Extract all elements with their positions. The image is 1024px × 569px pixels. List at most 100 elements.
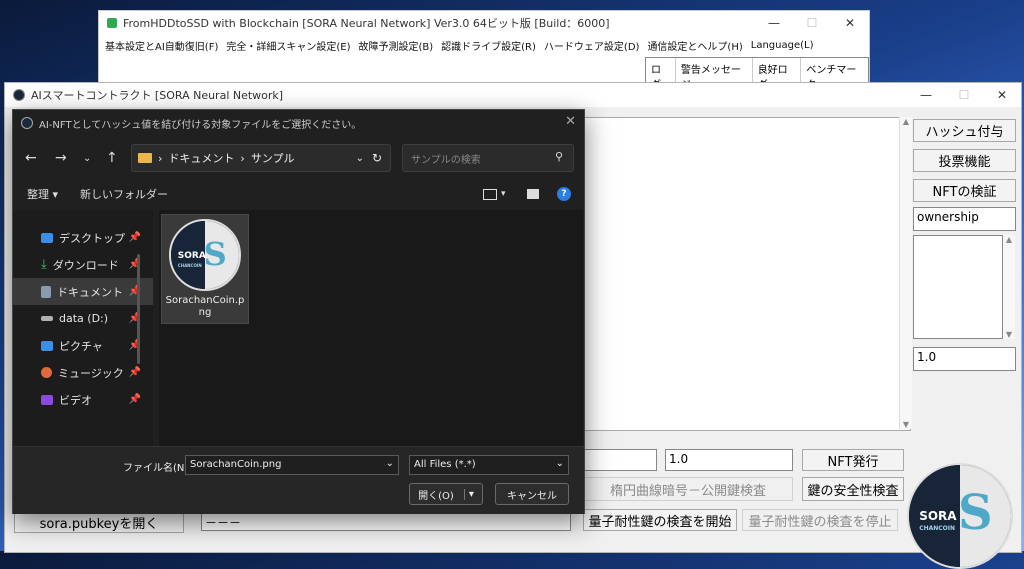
breadcrumb-separator-icon: › [158,151,163,165]
thumb-logo-top-text: SORA [177,251,206,261]
sidebar-item-data-drive[interactable]: data (D:) 📌 [13,305,153,332]
ai-window-title: AIスマートコントラクト [SORA Neural Network] [31,89,284,102]
sidebar-item-video[interactable]: ビデオ 📌 [13,386,153,413]
open-button-label: 開く(O) [418,490,454,502]
sidebar-item-downloads[interactable]: ⤓ ダウンロード 📌 [13,251,153,278]
open-dropdown-icon[interactable]: ▾ [463,488,474,500]
search-icon[interactable]: ⚲ [555,150,563,163]
hash-button[interactable]: ハッシュ付与 [913,119,1016,142]
nft-verify-button[interactable]: NFTの検証 [913,179,1016,202]
file-type-select[interactable]: All Files (*.*) ⌄ [409,455,569,475]
scroll-up-icon[interactable]: ▲ [900,117,912,126]
minimize-button[interactable]: — [755,11,793,35]
sidebar-item-label: ダウンロード [52,258,119,272]
ecc-check-button[interactable]: 楕円曲線暗号－公開鍵検査 [583,477,793,501]
video-icon [41,394,53,405]
menu-item-scan[interactable]: 完全・詳細スキャン設定(E) [226,38,350,53]
output-scrollbar[interactable]: ▲ ▼ [899,117,912,429]
folder-icon [138,153,152,163]
ai-maximize-button[interactable]: ☐ [945,83,983,107]
sidebar-item-label: data (D:) [59,312,109,325]
nav-scrollbar[interactable] [137,254,140,364]
address-bar[interactable]: › ドキュメント › サンプル ⌄ ↻ [131,144,391,172]
cancel-button[interactable]: キャンセル [495,483,569,505]
forward-arrow-icon[interactable]: → [55,150,67,166]
menu-item-drive[interactable]: 認識ドライブ設定(R) [441,38,536,53]
quantum-start-button[interactable]: 量子耐性鍵の検査を開始 [583,509,737,531]
desktop-icon [41,232,53,243]
main-menu-bar: 基本設定とAI自動復旧(F) 完全・詳細スキャン設定(E) 故障予測設定(B) … [99,35,869,55]
value-field-bottom[interactable]: 1.0 [665,449,793,471]
up-arrow-icon[interactable]: ↑ [106,150,118,166]
main-title-bar: FromHDDtoSSD with Blockchain [SORA Neura… [99,11,869,35]
output-textarea[interactable] [583,117,911,431]
menu-item-help[interactable]: 通信設定とヘルプ(H) [647,38,742,53]
ownership-list[interactable] [913,235,1003,339]
preview-pane-icon[interactable] [527,189,539,199]
ai-close-button[interactable]: ✕ [983,83,1021,107]
list-scroll-down-icon[interactable]: ▼ [1003,330,1015,339]
sidebar-item-desktop[interactable]: デスクトップ 📌 [13,224,153,251]
list-scroll-up-icon[interactable]: ▲ [1003,235,1015,244]
vote-button[interactable]: 投票機能 [913,149,1016,172]
sidebar-item-music[interactable]: ミュージック 📌 [13,359,153,386]
app-icon [107,18,117,28]
download-icon: ⤓ [41,257,47,272]
logo-letter: S [957,485,993,541]
nft-issue-button[interactable]: NFT発行 [802,449,904,471]
recent-chevron-icon[interactable]: ⌄ [83,153,91,164]
dialog-close-button[interactable]: ✕ [565,114,576,129]
view-dropdown-icon[interactable]: ▾ [501,189,506,199]
scroll-down-icon[interactable]: ▼ [900,420,912,429]
file-item-sorachancoin[interactable]: SORA CHANCOIN S SorachanCoin.png [161,214,249,324]
address-dropdown-icon[interactable]: ⌄ [356,153,364,164]
ai-minimize-button[interactable]: — [907,83,945,107]
sidebar-item-pictures[interactable]: ピクチャ 📌 [13,332,153,359]
breadcrumb-sample[interactable]: サンプル [251,150,295,166]
sorachancoin-logo: SORA CHANCOIN S [907,463,1013,569]
new-folder-button[interactable]: 新しいフォルダー [80,186,168,202]
command-bar: 整理 ▾ 新しいフォルダー ▾ ? [13,182,584,206]
menu-item-hardware[interactable]: ハードウェア設定(D) [544,38,640,53]
breadcrumb-documents[interactable]: ドキュメント [168,150,234,166]
sidebar-item-label: ビデオ [59,393,92,407]
filename-input[interactable]: SorachanCoin.png ⌄ [185,455,399,475]
music-icon [41,367,52,378]
breadcrumb-separator-icon: › [240,151,245,165]
sidebar-item-label: ミュージック [58,366,124,380]
menu-item-language[interactable]: Language(L) [751,40,814,51]
organize-button[interactable]: 整理 ▾ [27,186,58,202]
maximize-button[interactable]: ☐ [793,11,831,35]
value-field-right[interactable]: 1.0 [913,347,1016,371]
view-mode-icon[interactable] [483,188,497,200]
open-button[interactable]: 開く(O) ▾ [409,483,483,505]
pin-icon: 📌 [128,394,141,405]
filename-dropdown-icon[interactable]: ⌄ [386,458,394,469]
close-button[interactable]: ✕ [831,11,869,35]
input-field-left[interactable] [583,449,657,471]
quantum-stop-button[interactable]: 量子耐性鍵の検査を停止 [742,509,898,531]
thumb-logo-bottom-text: CHANCOIN [177,263,202,268]
help-icon[interactable]: ? [557,187,571,201]
filename-value: SorachanCoin.png [190,459,282,470]
sidebar-item-documents[interactable]: ドキュメント 📌 [13,278,153,305]
refresh-icon[interactable]: ↻ [372,151,382,165]
list-scrollbar[interactable]: ▲ ▼ [1003,235,1015,339]
open-pubkey-button[interactable]: sora.pubkeyを開く [14,511,184,533]
key-safety-button[interactable]: 鍵の安全性検査 [802,477,904,501]
drive-icon [41,316,53,321]
search-input[interactable]: サンプルの検索 ⚲ [402,144,574,172]
dialog-title-bar: AI-NFTとしてハッシュ値を結び付ける対象ファイルをご選択ください。 [13,110,584,136]
back-arrow-icon[interactable]: ← [25,150,37,166]
file-type-dropdown-icon[interactable]: ⌄ [556,458,564,469]
navigation-pane: デスクトップ 📌 ⤓ ダウンロード 📌 ドキュメント 📌 data (D:) 📌… [13,210,153,446]
ownership-field[interactable]: ownership [913,207,1016,231]
dialog-footer: ファイル名(N): SorachanCoin.png ⌄ All Files (… [13,446,584,514]
menu-item-basic[interactable]: 基本設定とAI自動復旧(F) [105,38,218,53]
ai-title-bar: AIスマートコントラクト [SORA Neural Network] [5,83,1021,107]
search-placeholder: サンプルの検索 [411,155,481,166]
main-window-title: FromHDDtoSSD with Blockchain [SORA Neura… [123,17,610,30]
sidebar-item-label: デスクトップ [59,231,125,245]
pubkey-path-field[interactable]: －－－ [201,511,571,531]
menu-item-predict[interactable]: 故障予測設定(B) [358,38,433,53]
